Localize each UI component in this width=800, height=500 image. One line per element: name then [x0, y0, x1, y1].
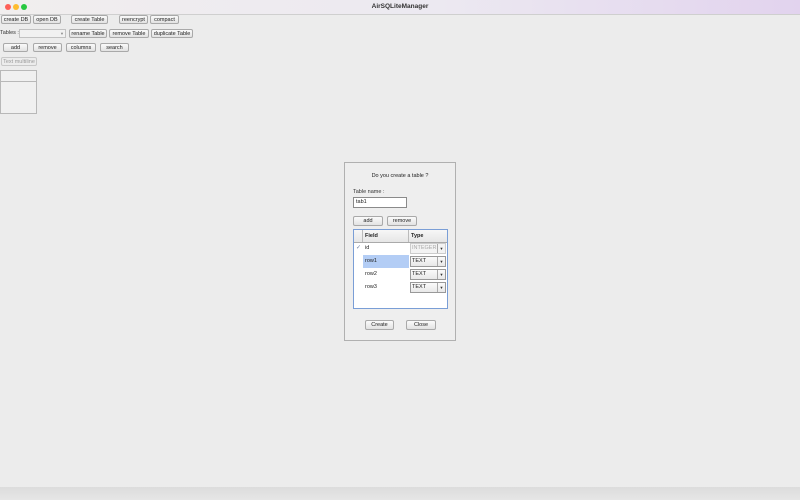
duplicate-table-button[interactable]: duplicate Table — [151, 29, 193, 38]
type-cell: INTEGER ▼ — [409, 242, 447, 255]
type-value: INTEGER — [412, 245, 437, 251]
columns-button[interactable]: columns — [66, 43, 96, 52]
chevron-down-icon: ▼ — [437, 270, 445, 279]
create-table-dialog: Do you create a table ? Table name : tab… — [344, 162, 456, 341]
chevron-down-icon: ▼ — [437, 244, 445, 253]
chevron-down-icon: ▼ — [437, 257, 445, 266]
data-grid-panel[interactable] — [0, 70, 37, 114]
columns-table[interactable]: Field Type ✓ id INTEGER ▼ row1 TEXT ▼ row2… — [353, 229, 448, 309]
type-select[interactable]: TEXT ▼ — [410, 256, 446, 267]
close-button[interactable]: Close — [406, 320, 436, 330]
table-name-input[interactable]: tab1 — [353, 197, 407, 208]
text-multiline-button[interactable]: Text multiline — [1, 57, 37, 66]
table-row[interactable]: row3 TEXT ▼ — [354, 281, 447, 294]
tables-label: Tables : — [0, 30, 19, 36]
type-select[interactable]: TEXT ▼ — [410, 269, 446, 280]
type-cell: TEXT ▼ — [409, 255, 447, 268]
type-value: TEXT — [412, 258, 427, 264]
header-type: Type — [411, 233, 424, 239]
window-title: AirSQLiteManager — [371, 3, 429, 10]
create-button[interactable]: Create — [365, 320, 394, 330]
header-field: Field — [363, 230, 409, 242]
field-cell[interactable]: row2 — [363, 268, 409, 281]
dialog-message: Do you create a table ? — [371, 173, 429, 179]
primary-key-checkbox[interactable] — [354, 255, 363, 268]
type-value: TEXT — [412, 284, 427, 290]
table-row[interactable]: ✓ id INTEGER ▼ — [354, 242, 447, 255]
reencrypt-button[interactable]: reencrypt — [119, 15, 148, 24]
field-cell[interactable]: row3 — [363, 281, 409, 294]
remove-button[interactable]: remove — [33, 43, 62, 52]
remove-column-button[interactable]: remove — [387, 216, 417, 226]
type-cell: TEXT ▼ — [409, 268, 447, 281]
chevron-down-icon: ▼ — [437, 283, 445, 292]
field-cell[interactable]: id — [363, 242, 409, 255]
field-cell[interactable]: row1 — [363, 255, 409, 268]
create-table-button[interactable]: create Table — [71, 15, 108, 24]
add-button[interactable]: add — [3, 43, 28, 52]
tables-select[interactable]: ▼ — [19, 29, 66, 38]
primary-key-checkbox[interactable] — [354, 281, 363, 294]
search-button[interactable]: search — [100, 43, 129, 52]
type-select[interactable]: INTEGER ▼ — [410, 243, 446, 254]
create-db-button[interactable]: create DB — [1, 15, 31, 24]
table-row[interactable]: row1 TEXT ▼ — [354, 255, 447, 268]
grid-divider — [1, 81, 36, 82]
primary-key-checkbox[interactable] — [354, 268, 363, 281]
open-db-button[interactable]: open DB — [33, 15, 61, 24]
title-bar: AirSQLiteManager — [0, 0, 800, 15]
checkmark-icon: ✓ — [355, 245, 362, 251]
type-select[interactable]: TEXT ▼ — [410, 282, 446, 293]
bottom-bar — [0, 487, 800, 500]
remove-table-button[interactable]: remove Table — [109, 29, 149, 38]
table-name-label: Table name : — [353, 189, 385, 195]
compact-button[interactable]: compact — [150, 15, 179, 24]
primary-key-checkbox[interactable]: ✓ — [354, 242, 363, 255]
header-check — [354, 230, 363, 242]
add-column-button[interactable]: add — [353, 216, 383, 226]
chevron-down-icon: ▼ — [60, 31, 64, 36]
type-value: TEXT — [412, 271, 427, 277]
type-cell: TEXT ▼ — [409, 281, 447, 294]
table-row[interactable]: row2 TEXT ▼ — [354, 268, 447, 281]
rename-table-button[interactable]: rename Table — [69, 29, 107, 38]
